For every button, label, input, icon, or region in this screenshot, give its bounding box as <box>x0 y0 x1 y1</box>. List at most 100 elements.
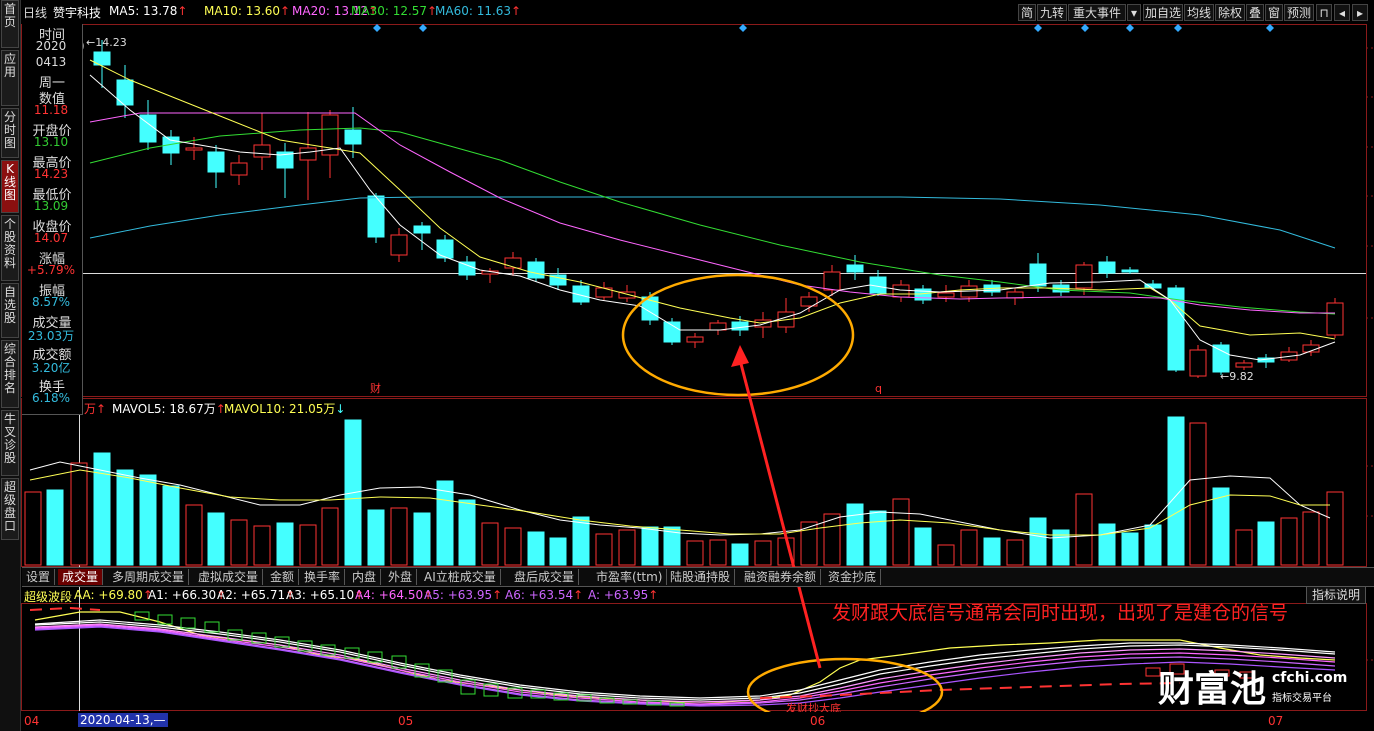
candle-body <box>1121 269 1139 273</box>
info-value: 14.07 <box>33 231 69 245</box>
candle-body <box>892 284 910 298</box>
event-markers[interactable] <box>373 24 1274 32</box>
tab-6[interactable]: 内盘 <box>348 569 382 585</box>
candle-body <box>1098 261 1116 274</box>
volume-bar <box>1257 521 1275 566</box>
info-value: 13.10 <box>33 135 69 149</box>
volume-bar <box>436 480 454 566</box>
volume-bar <box>1098 523 1116 566</box>
event-marker <box>1266 24 1274 32</box>
volume-bar <box>46 489 64 566</box>
x-tick: 04 <box>24 714 40 728</box>
volume-bar <box>116 469 134 566</box>
volume-bar <box>1302 511 1320 566</box>
volume-bars <box>24 416 1344 566</box>
tab-10[interactable]: 市盈率(ttm) <box>592 569 668 585</box>
tab-1[interactable]: 成交量 <box>58 569 104 585</box>
volume-bar <box>595 533 613 566</box>
tab-8[interactable]: AI立桩成交量 <box>420 569 501 585</box>
mavol10-line <box>29 469 1330 536</box>
candle-body <box>823 271 841 291</box>
moving-average-lines <box>89 59 1336 361</box>
info-value: 13.09 <box>33 199 69 213</box>
indicator-boxes <box>134 611 1255 707</box>
volume-bar <box>754 540 772 566</box>
candle-body <box>299 147 317 161</box>
tab-11[interactable]: 陆股通持股 <box>666 569 736 585</box>
high-price-label: ←14.23 <box>86 36 127 49</box>
indicator-name[interactable]: 超级波段 <box>24 590 72 604</box>
volume-bar <box>458 499 476 566</box>
annotation-arrow <box>738 359 822 669</box>
annotation-arrowhead <box>731 345 749 367</box>
event-marker <box>1126 24 1134 32</box>
up-arrow-icon: ↑ <box>573 588 584 602</box>
tab-4[interactable]: 金额 <box>266 569 300 585</box>
volume-bar <box>527 531 545 566</box>
x-tick: 07 <box>1268 714 1284 728</box>
watermark-logo: 财富池 <box>1158 668 1267 710</box>
candle-body <box>1212 344 1230 373</box>
info-value: 11.18 <box>33 103 69 117</box>
candle-body <box>344 129 362 145</box>
candle-body <box>413 225 431 234</box>
tab-12[interactable]: 融资融券余额 <box>740 569 822 585</box>
volume-bar <box>1326 491 1344 566</box>
watermark-site: cfchi.com <box>1272 670 1348 686</box>
a4-line <box>34 624 1336 705</box>
event-marker <box>1081 24 1089 32</box>
volume-bar <box>1212 487 1230 566</box>
volume-bar <box>869 510 887 566</box>
event-marker <box>373 24 381 32</box>
candle-body <box>1189 349 1207 377</box>
volume-bar <box>230 519 248 566</box>
candle-body <box>1075 264 1093 289</box>
volume-bar <box>413 512 431 566</box>
candle-body <box>1006 291 1024 299</box>
indicator-value: A2: +65.71↑ <box>217 588 296 602</box>
volume-bar <box>572 516 590 566</box>
annotation-text: 发财跟大底信号通常会同时出现，出现了是建仓的信号 <box>832 602 1289 624</box>
indicator-value: AA: +69.80↑ <box>74 588 153 602</box>
signal-dashed-line-2 <box>759 682 1181 699</box>
tab-0[interactable]: 设置 <box>22 569 56 585</box>
watermark-slogan: 指标交易平台 <box>1272 693 1332 704</box>
tab-5[interactable]: 换手率 <box>300 569 346 585</box>
candle-body <box>1235 362 1253 368</box>
volume-bar <box>70 462 88 566</box>
volume-bar <box>549 537 567 566</box>
candlesticks <box>93 40 1344 378</box>
info-value: 6.18% <box>31 391 71 405</box>
x-axis: 04 2020-04-13,— 05 06 07 <box>22 712 1374 731</box>
info-value: +5.79% <box>26 263 76 277</box>
volume-bar <box>1280 517 1298 566</box>
info-value: 14.23 <box>33 167 69 181</box>
info-value: 8.57% <box>31 295 71 309</box>
tab-2[interactable]: 多周期成交量 <box>108 569 190 585</box>
indicator-ribbon <box>34 611 1336 707</box>
ma20-line <box>89 112 1335 314</box>
tab-9[interactable]: 盘后成交量 <box>510 569 580 585</box>
tab-3[interactable]: 虚拟成交量 <box>194 569 264 585</box>
candle-body <box>230 162 248 176</box>
tab-7[interactable]: 外盘 <box>384 569 418 585</box>
candle-body <box>527 261 545 279</box>
candle-body <box>1326 302 1344 336</box>
indicator-header: 超级波段 <box>24 588 72 605</box>
signal-dashed-line <box>29 606 101 611</box>
candle-body <box>846 264 864 273</box>
up-arrow-icon: ↑ <box>648 588 659 602</box>
volume-bar <box>253 525 271 566</box>
info-value: 23.03万 <box>27 329 75 343</box>
volume-bar <box>846 503 864 566</box>
candle-body <box>754 319 772 328</box>
volume-bar <box>641 526 659 566</box>
volume-bar <box>1121 532 1139 566</box>
kline-mark-q: q <box>875 382 882 395</box>
volume-bar <box>93 452 111 566</box>
volume-bar <box>1075 493 1093 566</box>
tab-13[interactable]: 资金抄底 <box>824 569 882 585</box>
candle-body <box>458 261 476 276</box>
ma5-line <box>89 74 1336 361</box>
low-price-label: ←9.82 <box>1220 370 1254 383</box>
